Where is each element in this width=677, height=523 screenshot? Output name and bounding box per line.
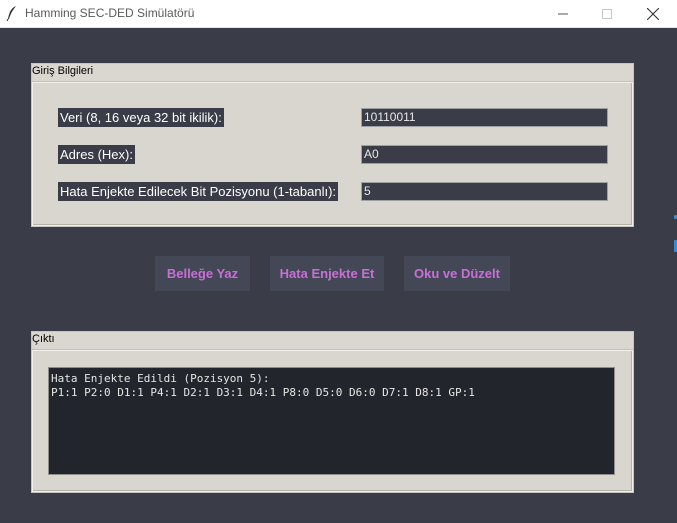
- bit-position-input[interactable]: 5: [361, 182, 608, 201]
- input-frame-header: Giriş Bilgileri: [32, 64, 633, 82]
- minimize-icon: [558, 13, 568, 14]
- maximize-button[interactable]: [584, 0, 630, 27]
- write-memory-button[interactable]: Belleğe Yaz: [155, 256, 250, 291]
- bit-position-label: Hata Enjekte Edilecek Bit Pozisyonu (1-t…: [58, 182, 339, 201]
- read-correct-button[interactable]: Oku ve Düzelt: [404, 256, 510, 291]
- output-line: Hata Enjekte Edildi (Pozisyon 5):: [51, 372, 270, 385]
- minimize-button[interactable]: [540, 0, 586, 27]
- output-frame-title: Çıktı: [32, 333, 55, 345]
- feather-icon: [6, 6, 16, 21]
- close-button[interactable]: [630, 0, 676, 27]
- output-text-area[interactable]: Hata Enjekte Edildi (Pozisyon 5): P1:1 P…: [48, 367, 615, 475]
- window-title: Hamming SEC-DED Simülatörü: [25, 6, 195, 20]
- data-input[interactable]: 10110011: [361, 108, 608, 127]
- output-frame-header: Çıktı: [32, 332, 633, 350]
- input-frame-title: Giriş Bilgileri: [32, 65, 94, 77]
- inject-error-button[interactable]: Hata Enjekte Et: [270, 256, 384, 291]
- address-input[interactable]: A0: [361, 145, 608, 164]
- output-line: P1:1 P2:0 D1:1 P4:1 D2:1 D3:1 D4:1 P8:0 …: [51, 386, 475, 399]
- close-icon: [647, 7, 659, 20]
- address-label: Adres (Hex):: [58, 145, 135, 164]
- maximize-icon: [602, 8, 612, 19]
- data-label: Veri (8, 16 veya 32 bit ikilik):: [58, 108, 224, 127]
- window-titlebar[interactable]: Hamming SEC-DED Simülatörü: [0, 0, 677, 28]
